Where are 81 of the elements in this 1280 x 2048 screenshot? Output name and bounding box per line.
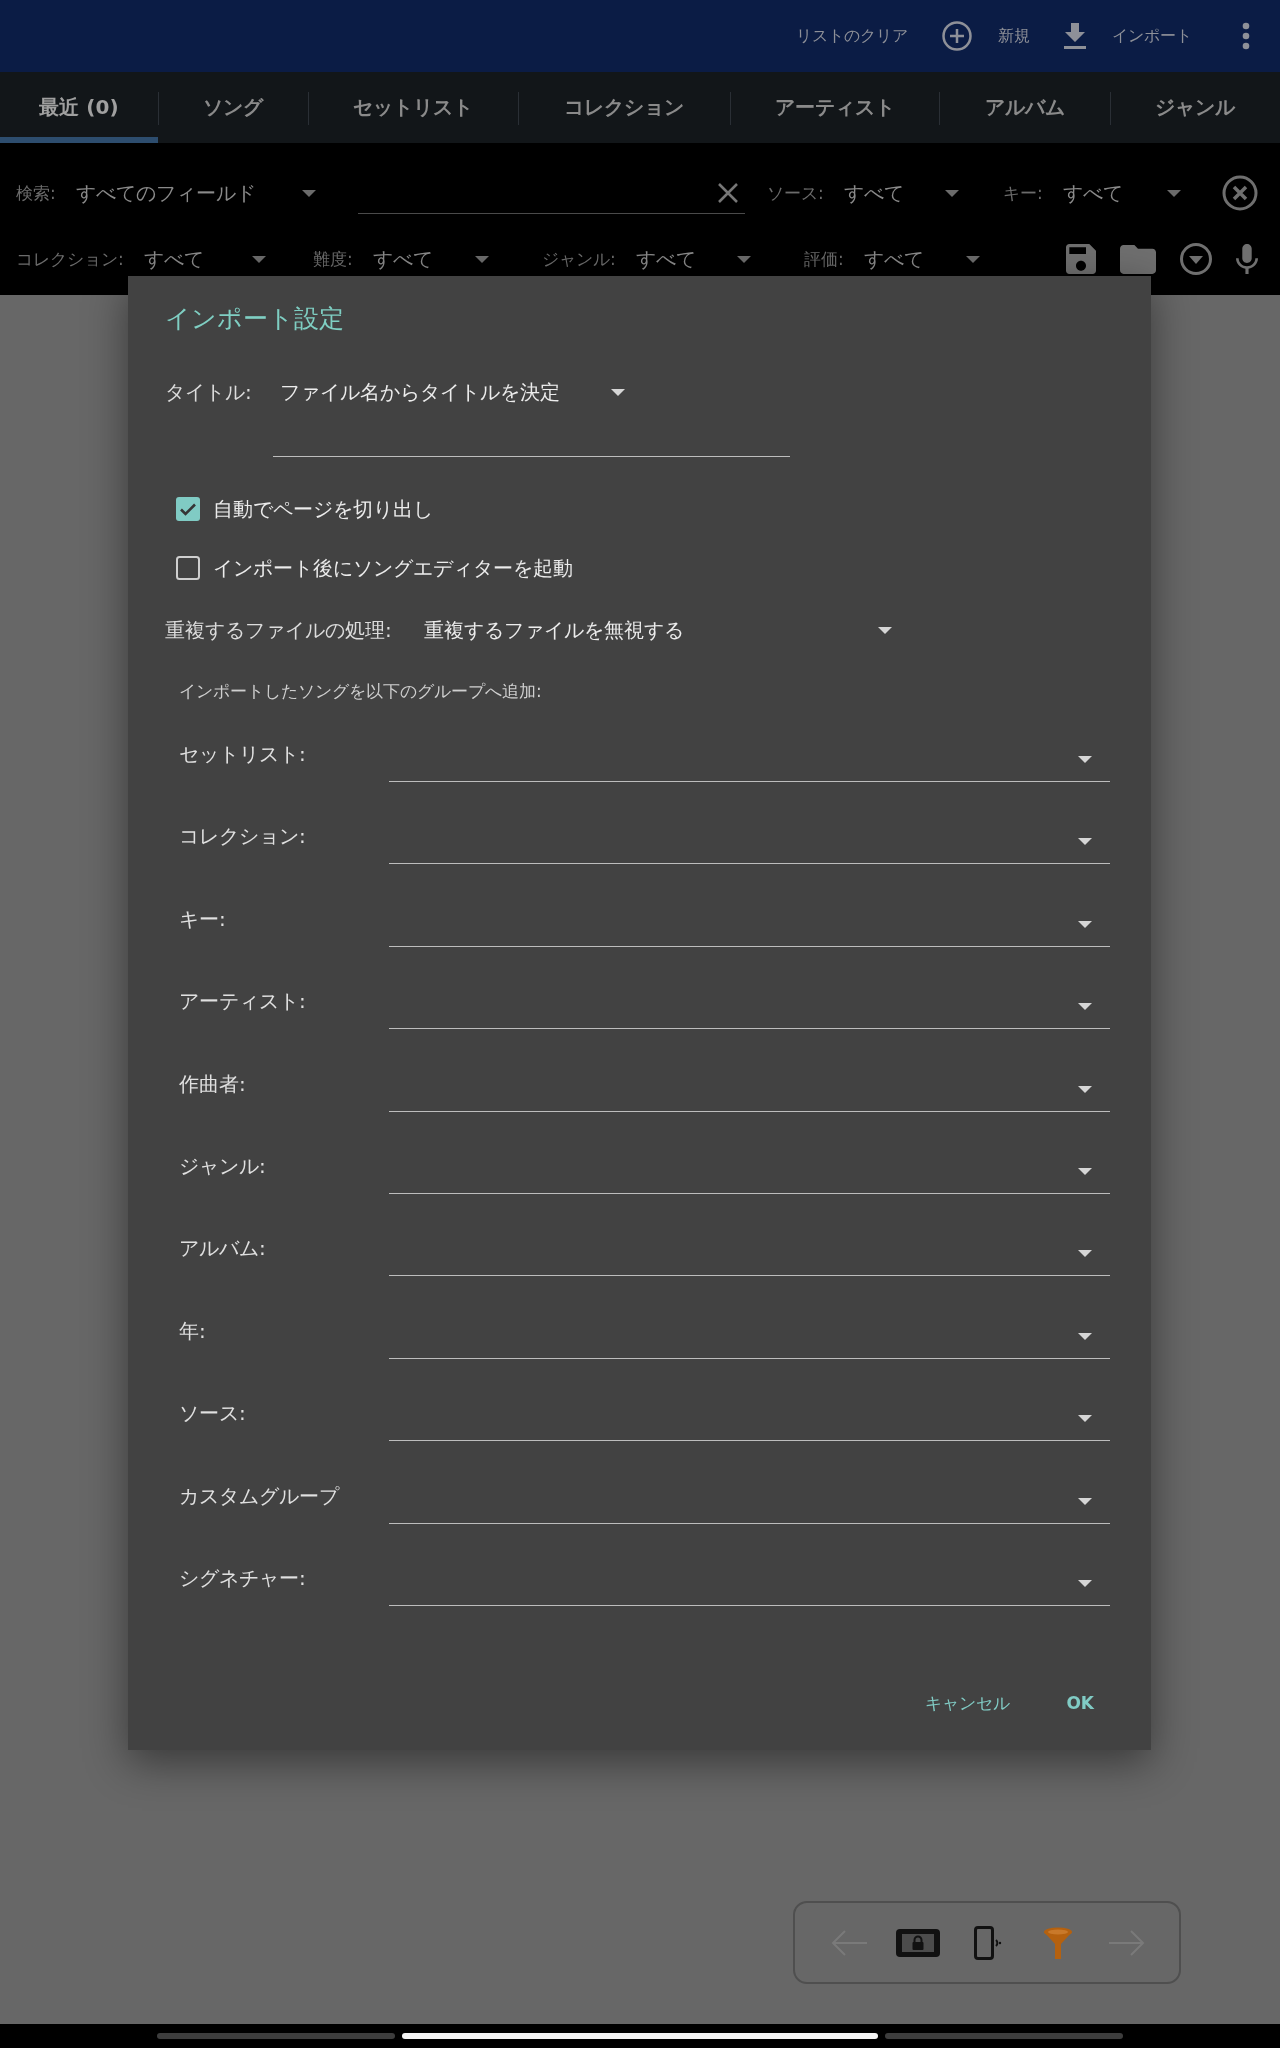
field-label: 年:	[179, 1318, 207, 1343]
nav-pill-icon	[402, 2033, 878, 2039]
nav-pill-icon	[885, 2033, 1123, 2039]
caret-icon	[475, 255, 489, 263]
tab[interactable]: アルバム	[939, 72, 1110, 143]
cancel-button[interactable]: キャンセル	[909, 1681, 1027, 1725]
field-label: タイトル:	[165, 378, 253, 406]
caret-icon	[1078, 1415, 1092, 1423]
field-label: カスタムグループ	[179, 1483, 341, 1508]
field-label: シグネチャー:	[179, 1565, 307, 1590]
microphone-icon[interactable]	[1236, 244, 1258, 274]
tab[interactable]: ジャンル	[1110, 72, 1280, 143]
caret-icon	[1167, 189, 1181, 197]
close-icon[interactable]	[1222, 175, 1258, 211]
filter-dropdown[interactable]: すべて	[843, 179, 963, 207]
caret-icon	[1078, 1332, 1092, 1340]
download-icon	[1064, 23, 1086, 49]
plus-circle-icon	[942, 21, 972, 51]
tab[interactable]: セットリスト	[308, 72, 518, 143]
filter-dropdown[interactable]: すべて	[372, 245, 493, 273]
field-label: 作曲者:	[179, 1071, 247, 1096]
filter-label: 検索:	[16, 181, 56, 205]
funnel-icon	[1042, 1926, 1073, 1959]
caret-icon	[1078, 1003, 1092, 1011]
save-icon[interactable]	[1066, 244, 1096, 274]
clear-icon[interactable]	[717, 181, 739, 204]
tab[interactable]: コレクション	[518, 72, 730, 143]
caret-icon	[1078, 1167, 1092, 1175]
caret-icon	[1078, 756, 1092, 763]
field-label: 重複するファイルの処理:	[165, 616, 393, 644]
filter-dropdown[interactable]: すべて	[863, 245, 984, 273]
filter-label: ジャンル:	[542, 247, 616, 271]
field-label: アルバム:	[179, 1236, 267, 1261]
tab[interactable]: アーティスト	[730, 72, 939, 143]
nav-pill-icon	[157, 2033, 395, 2039]
phone-vibrate-icon	[974, 1925, 1002, 1960]
filter-dropdown[interactable]: すべてのフィールド	[75, 179, 320, 207]
field-label: キー:	[179, 906, 227, 931]
caret-icon	[945, 189, 959, 197]
caret-icon	[1078, 1497, 1092, 1505]
dialog-title: インポート設定	[165, 303, 345, 335]
filter-dropdown[interactable]: すべて	[635, 245, 755, 273]
filter-label: ソース:	[767, 181, 824, 205]
filter-label: キー:	[1003, 181, 1043, 205]
import-button[interactable]: インポート	[1054, 17, 1202, 55]
caret-icon	[252, 255, 266, 263]
checkbox[interactable]	[176, 497, 200, 521]
checkbox[interactable]	[176, 556, 200, 580]
caret-icon	[737, 255, 751, 263]
section-heading: インポートしたソングを以下のグループへ追加:	[179, 680, 543, 703]
filter-label: 評価:	[804, 247, 844, 271]
field-label: ソース:	[179, 1401, 247, 1426]
dropdown-circle-icon[interactable]	[1180, 243, 1212, 275]
tab[interactable]: ソング	[158, 72, 308, 143]
caret-icon	[878, 626, 892, 634]
select-dropdown[interactable]: ファイル名からタイトルを決定	[280, 378, 625, 406]
field-label: アーティスト:	[179, 989, 307, 1014]
filter-dropdown[interactable]: すべて	[1062, 179, 1185, 207]
caret-icon	[302, 189, 316, 197]
caret-icon	[966, 255, 980, 263]
caret-icon	[1078, 1579, 1092, 1587]
caret-icon	[1078, 838, 1092, 846]
clear-list-button[interactable]: リストのクリア	[786, 19, 918, 53]
tablet-lock-icon	[896, 1928, 941, 1957]
new-button[interactable]: 新規	[932, 15, 1040, 57]
caret-icon	[611, 388, 625, 396]
field-label: コレクション:	[179, 824, 307, 849]
caret-icon	[1078, 920, 1092, 928]
filter-label: コレクション:	[16, 247, 124, 271]
filter-dropdown[interactable]: すべて	[143, 245, 270, 273]
filter-label: 難度:	[313, 247, 353, 271]
caret-icon	[1078, 1085, 1092, 1093]
checkbox-label: 自動でページを切り出し	[213, 495, 433, 523]
caret-icon	[1078, 1250, 1092, 1258]
more-options-icon[interactable]	[1242, 22, 1250, 50]
checkbox-label: インポート後にソングエディターを起動	[213, 554, 573, 582]
folder-icon[interactable]	[1120, 244, 1156, 274]
ok-button[interactable]: OK	[1050, 1681, 1110, 1725]
select-dropdown[interactable]: 重複するファイルを無視する	[424, 616, 892, 644]
field-label: ジャンル:	[179, 1153, 267, 1178]
field-label: セットリスト:	[179, 742, 307, 766]
